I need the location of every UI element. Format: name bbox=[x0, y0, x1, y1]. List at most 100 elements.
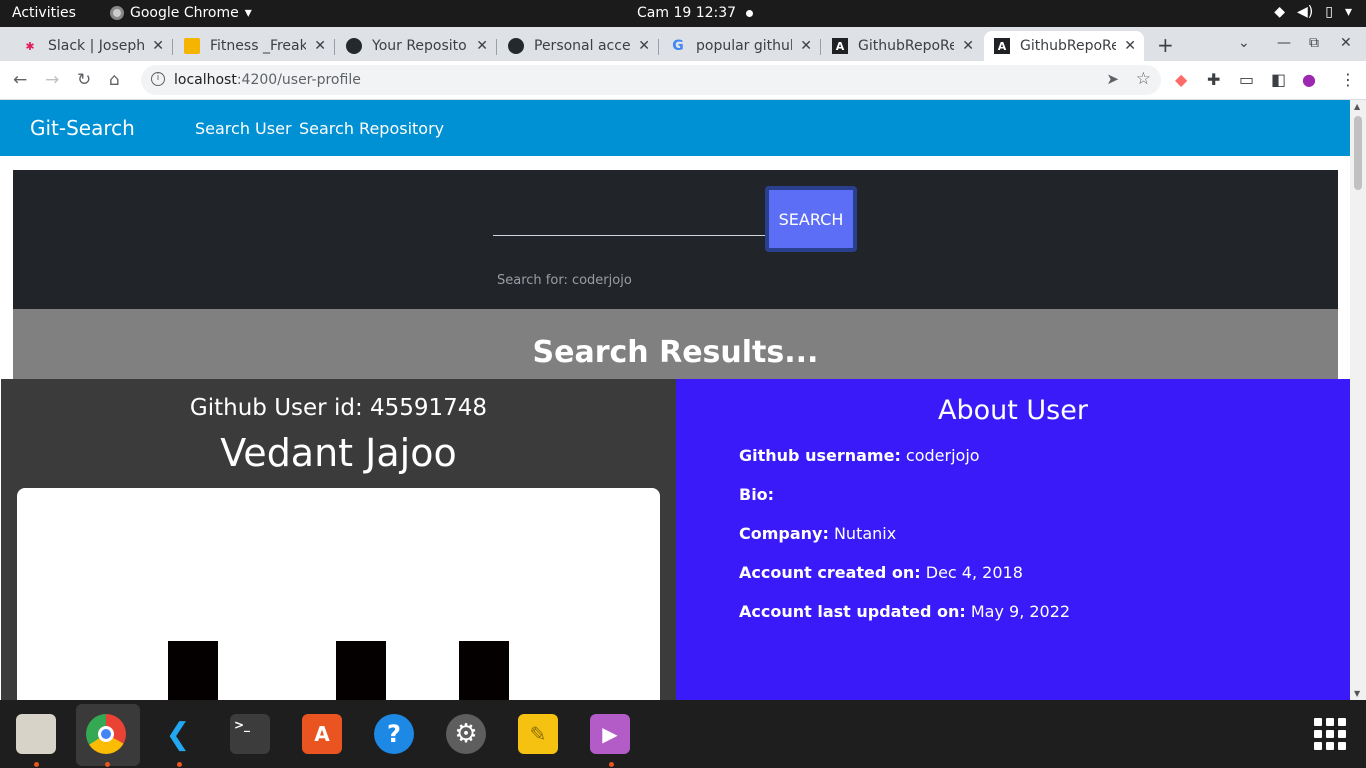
scroll-down-icon[interactable]: ▼ bbox=[1354, 689, 1360, 698]
tab-githubrepo-active[interactable]: A GithubRepoRe ✕ bbox=[984, 31, 1144, 61]
chrome-icon[interactable] bbox=[86, 714, 126, 754]
new-tab-button[interactable]: + bbox=[1157, 33, 1174, 57]
clock[interactable]: Cam 19 12:37 bbox=[637, 5, 754, 21]
cast-icon[interactable]: ▭ bbox=[1239, 70, 1254, 89]
dock: ❮ >_ A ? ⚙ ✎ ▶ bbox=[0, 700, 1366, 768]
tab-google-search[interactable]: G popular githul ✕ bbox=[660, 31, 821, 61]
app-navbar: Git-Search Search User Search Repository bbox=[0, 100, 1350, 156]
github-icon bbox=[508, 38, 524, 54]
search-button[interactable]: SEARCH bbox=[765, 186, 857, 252]
app-name: Google Chrome bbox=[130, 5, 239, 21]
terminal-icon[interactable]: >_ bbox=[230, 714, 270, 754]
files-icon[interactable] bbox=[16, 714, 56, 754]
close-icon[interactable]: ✕ bbox=[638, 38, 650, 54]
video-icon[interactable]: ▶ bbox=[590, 714, 630, 754]
close-icon[interactable]: ✕ bbox=[1124, 38, 1136, 54]
tab-personal-access[interactable]: Personal acces ✕ bbox=[498, 31, 659, 61]
close-icon[interactable]: ✕ bbox=[476, 38, 488, 54]
row-value: Nutanix bbox=[828, 524, 897, 543]
vscode-icon[interactable]: ❮ bbox=[158, 714, 198, 754]
forward-icon[interactable]: → bbox=[45, 70, 59, 90]
app-center-icon[interactable]: A bbox=[302, 714, 342, 754]
info-icon[interactable]: i bbox=[151, 72, 165, 86]
about-row-created: Account created on: Dec 4, 2018 bbox=[739, 563, 1023, 582]
github-icon bbox=[346, 38, 362, 54]
slides-icon bbox=[184, 38, 200, 54]
row-label: Company: bbox=[739, 524, 829, 543]
avatar bbox=[17, 488, 660, 700]
notification-dot bbox=[746, 9, 754, 17]
results-heading: Search Results... bbox=[13, 309, 1338, 379]
notes-icon[interactable]: ✎ bbox=[518, 714, 558, 754]
chevron-down-icon: ▾ bbox=[244, 5, 252, 21]
chrome-icon bbox=[110, 6, 124, 20]
close-icon[interactable]: ✕ bbox=[962, 38, 974, 54]
running-indicator bbox=[34, 762, 39, 767]
tab-githubrepo-1[interactable]: A GithubRepoRe ✕ bbox=[822, 31, 982, 61]
page-scrollbar[interactable]: ▲ ▼ bbox=[1350, 100, 1366, 700]
clock-text: Cam 19 12:37 bbox=[637, 5, 737, 21]
send-icon[interactable]: ➤ bbox=[1106, 70, 1119, 88]
tab-title: GithubRepoRe bbox=[858, 38, 954, 54]
settings-icon[interactable]: ⚙ bbox=[446, 714, 486, 754]
google-icon: G bbox=[672, 38, 684, 54]
nav-search-user[interactable]: Search User bbox=[195, 119, 292, 138]
tab-search-icon[interactable]: ⌄ bbox=[1238, 35, 1250, 51]
app-grid-icon[interactable] bbox=[1314, 718, 1346, 750]
about-row-updated: Account last updated on: May 9, 2022 bbox=[739, 602, 1070, 621]
angular-icon: A bbox=[832, 38, 848, 54]
extension-icon[interactable]: ◆ bbox=[1175, 70, 1187, 89]
scrollbar-thumb[interactable] bbox=[1354, 116, 1362, 190]
minimize-icon[interactable]: — bbox=[1277, 35, 1291, 51]
tab-title: popular githul bbox=[696, 38, 792, 54]
close-icon[interactable]: ✕ bbox=[152, 38, 164, 54]
bookmark-star-icon[interactable]: ☆ bbox=[1136, 69, 1151, 89]
system-top-bar: Activities Google Chrome ▾ Cam 19 12:37 … bbox=[0, 0, 1366, 27]
tab-strip: ✱ Slack | Joseph ✕ Fitness _Freak ✕ Your… bbox=[0, 27, 1366, 61]
url-text[interactable]: localhost:4200/user-profile bbox=[174, 72, 361, 88]
about-row-bio: Bio: bbox=[739, 485, 774, 504]
about-row-company: Company: Nutanix bbox=[739, 524, 896, 543]
scroll-up-icon[interactable]: ▲ bbox=[1354, 102, 1360, 111]
about-heading: About User bbox=[938, 395, 1088, 426]
more-menu-icon[interactable]: ⋮ bbox=[1340, 70, 1356, 89]
tab-slack[interactable]: ✱ Slack | Joseph ✕ bbox=[12, 31, 173, 61]
avatar-pixel-block bbox=[336, 641, 386, 700]
tab-title: Slack | Joseph bbox=[48, 38, 144, 54]
url-path: :4200/user-profile bbox=[236, 72, 361, 88]
search-for-label: Search for: coderjojo bbox=[497, 273, 632, 288]
row-value: May 9, 2022 bbox=[965, 602, 1071, 621]
profile-avatar-icon[interactable]: ● bbox=[1302, 70, 1316, 89]
restore-icon[interactable]: ⧉ bbox=[1309, 35, 1319, 51]
reload-icon[interactable]: ↻ bbox=[77, 70, 91, 90]
tab-fitness[interactable]: Fitness _Freak ✕ bbox=[174, 31, 335, 61]
battery-icon: ▯ bbox=[1325, 4, 1333, 20]
system-tray[interactable]: ◆ ◀) ▯ ▾ bbox=[1274, 4, 1352, 20]
back-icon[interactable]: ← bbox=[13, 70, 27, 90]
tab-title: Personal acces bbox=[534, 38, 630, 54]
app-menu[interactable]: Google Chrome ▾ bbox=[110, 5, 252, 21]
search-input[interactable] bbox=[493, 235, 765, 236]
activities-button[interactable]: Activities bbox=[12, 5, 76, 21]
close-icon[interactable]: ✕ bbox=[800, 38, 812, 54]
side-panel-icon[interactable]: ◧ bbox=[1271, 70, 1286, 89]
running-indicator bbox=[105, 762, 110, 767]
close-window-icon[interactable]: ✕ bbox=[1340, 35, 1352, 51]
url-host: localhost bbox=[174, 72, 237, 88]
row-label: Account last updated on: bbox=[739, 602, 966, 621]
user-card: Github User id: 45591748 Vedant Jajoo bbox=[1, 379, 676, 700]
user-full-name: Vedant Jajoo bbox=[220, 431, 457, 475]
row-label: Github username: bbox=[739, 446, 901, 465]
brand-link[interactable]: Git-Search bbox=[30, 116, 135, 140]
nav-search-repository[interactable]: Search Repository bbox=[299, 119, 444, 138]
angular-icon: A bbox=[994, 38, 1010, 54]
puzzle-icon[interactable]: ✚ bbox=[1207, 70, 1220, 89]
close-icon[interactable]: ✕ bbox=[314, 38, 326, 54]
search-panel: SEARCH Search for: coderjojo bbox=[13, 170, 1338, 309]
about-user-card: About User Github username: coderjojo Bi… bbox=[676, 379, 1350, 700]
help-icon[interactable]: ? bbox=[374, 714, 414, 754]
home-icon[interactable]: ⌂ bbox=[109, 70, 120, 90]
address-bar[interactable]: i localhost:4200/user-profile ➤ ☆ bbox=[141, 65, 1161, 95]
tab-repositories[interactable]: Your Repositor ✕ bbox=[336, 31, 497, 61]
avatar-pixel-block bbox=[459, 641, 509, 700]
